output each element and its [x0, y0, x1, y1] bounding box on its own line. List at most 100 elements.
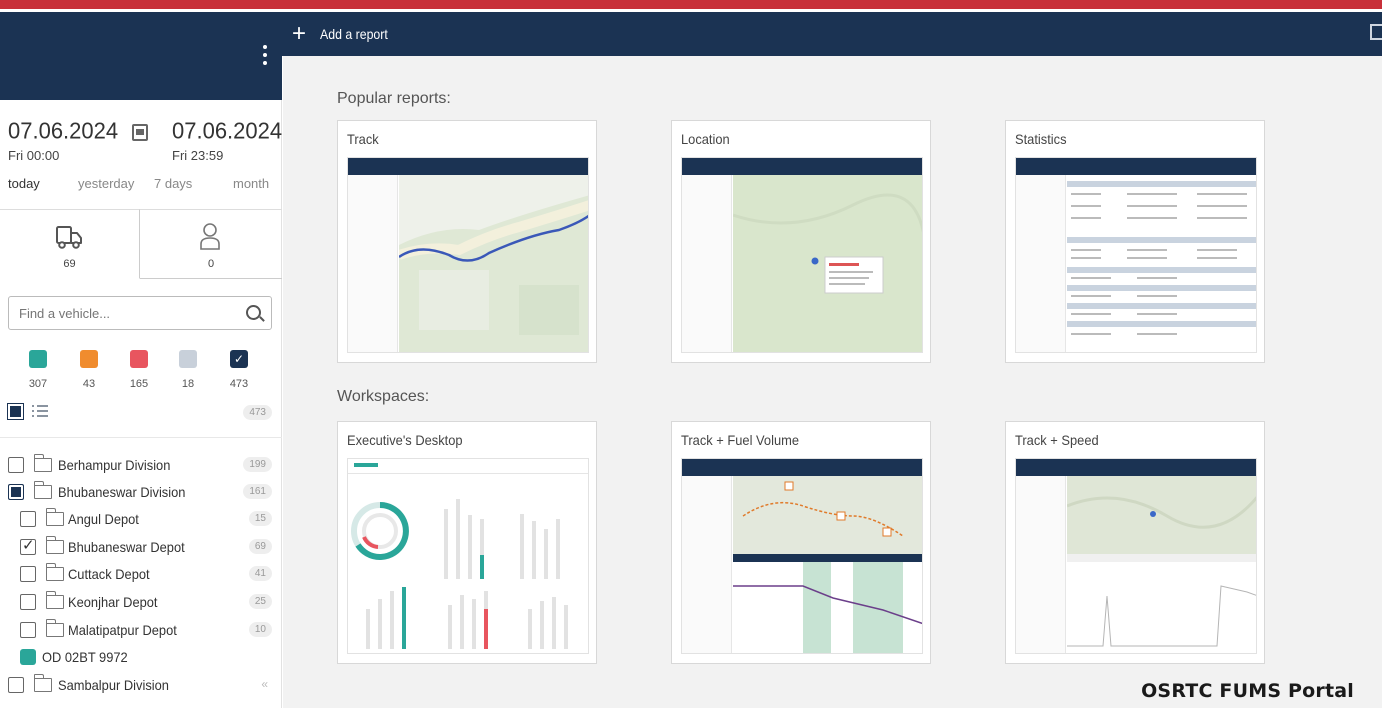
- tree-label: Malatipatpur Depot: [68, 622, 177, 638]
- card-title: Track + Fuel Volume: [681, 432, 800, 448]
- vehicles-count: 69: [63, 258, 76, 270]
- search-icon[interactable]: [246, 305, 261, 320]
- tree-count: 69: [248, 539, 272, 554]
- tree-row-berhampur[interactable]: Berhampur Division 199: [8, 454, 274, 477]
- folder-icon: [45, 508, 64, 526]
- status-filter-moving[interactable]: 307: [29, 350, 47, 390]
- tree-label: Cuttack Depot: [68, 566, 150, 582]
- tab-drivers[interactable]: 0: [140, 209, 282, 279]
- tree-row-cuttack[interactable]: Cuttack Depot 41: [8, 563, 274, 586]
- tree-count: 161: [243, 484, 272, 499]
- tree-row-sambalpur[interactable]: Sambalpur Division «: [8, 674, 274, 697]
- range-month[interactable]: month: [233, 176, 269, 191]
- status-count: 43: [82, 378, 96, 390]
- tree-row-angul[interactable]: Angul Depot 15: [8, 508, 274, 531]
- tree-label: Keonjhar Depot: [68, 594, 158, 610]
- date-to-time: Fri 23:59: [172, 148, 224, 163]
- status-color-swatch: [29, 350, 47, 368]
- report-card-statistics[interactable]: Statistics: [1005, 120, 1265, 363]
- tree-row-malatipatpur[interactable]: Malatipatpur Depot 10: [8, 619, 274, 642]
- row-checkbox[interactable]: [20, 566, 36, 582]
- tree-label: Berhampur Division: [58, 457, 171, 473]
- status-count: 307: [28, 378, 48, 390]
- folder-icon: [45, 563, 64, 581]
- sidebar-header: [0, 12, 282, 100]
- row-checkbox[interactable]: [20, 594, 36, 610]
- folder-icon: [33, 481, 52, 499]
- row-checkbox[interactable]: [20, 622, 36, 638]
- card-title: Track + Speed: [1015, 432, 1099, 448]
- date-from-time: Fri 00:00: [8, 148, 60, 163]
- desktop-preview-image: [347, 458, 589, 654]
- range-7-days[interactable]: 7 days: [154, 176, 192, 191]
- popular-reports-title: Popular reports:: [337, 90, 451, 107]
- status-color-swatch: [80, 350, 98, 368]
- statistics-preview-image: [1015, 157, 1257, 353]
- check-icon: ✓: [233, 352, 245, 366]
- status-filter-all[interactable]: ✓ 473: [230, 350, 248, 390]
- add-report-button[interactable]: + Add a report: [292, 20, 397, 48]
- status-color-swatch: [179, 350, 197, 368]
- tree-label: Bhubaneswar Division: [58, 484, 186, 500]
- list-view-icon[interactable]: [32, 405, 48, 419]
- card-title: Track: [347, 131, 379, 147]
- tree-label: Angul Depot: [68, 511, 139, 527]
- tree-row-bhubaneswar-division[interactable]: Bhubaneswar Division 161: [8, 481, 274, 504]
- panel-toggle-icon[interactable]: [1370, 24, 1382, 40]
- range-yesterday[interactable]: yesterday: [78, 176, 134, 191]
- calendar-icon[interactable]: [132, 124, 148, 141]
- card-title: Statistics: [1015, 131, 1067, 147]
- status-filter-offline[interactable]: 18: [179, 350, 197, 390]
- date-to[interactable]: 07.06.2024: [172, 117, 282, 144]
- tree-count: 41: [248, 566, 272, 581]
- track-fuel-preview-image: [681, 458, 923, 654]
- status-filter-parked[interactable]: 165: [130, 350, 148, 390]
- driver-icon: [200, 223, 220, 250]
- object-type-tabs: 69 0: [0, 209, 282, 279]
- tree-count: 15: [248, 511, 272, 526]
- workspace-card-executive-desktop[interactable]: Executive's Desktop: [337, 421, 597, 664]
- workspace-card-track-speed[interactable]: Track + Speed: [1005, 421, 1265, 664]
- row-checkbox[interactable]: [8, 457, 24, 473]
- sidebar-divider: [0, 437, 282, 438]
- range-today[interactable]: today: [8, 176, 40, 191]
- tree-row-bhubaneswar-depot[interactable]: Bhubaneswar Depot 69: [8, 536, 274, 559]
- truck-icon: [56, 226, 82, 249]
- tree-count: 25: [248, 594, 272, 609]
- row-checkbox[interactable]: [8, 677, 24, 693]
- folder-icon: [45, 536, 64, 554]
- tab-vehicles[interactable]: 69: [0, 209, 140, 279]
- status-color-swatch: [130, 350, 148, 368]
- more-menu-icon[interactable]: [258, 45, 272, 71]
- status-count: 473: [229, 378, 249, 390]
- vehicle-search: [8, 296, 272, 330]
- tree-row-keonjhar[interactable]: Keonjhar Depot 25: [8, 591, 274, 614]
- workspaces-title: Workspaces:: [337, 388, 430, 405]
- report-card-track[interactable]: Track: [337, 120, 597, 363]
- row-checkbox[interactable]: [8, 484, 24, 500]
- add-report-label: Add a report: [320, 26, 388, 42]
- track-speed-preview-image: [1015, 458, 1257, 654]
- date-from[interactable]: 07.06.2024: [8, 117, 118, 144]
- status-count: 18: [181, 378, 195, 390]
- location-preview-image: [681, 157, 923, 353]
- row-checkbox[interactable]: [20, 511, 36, 527]
- tree-label: Sambalpur Division: [58, 677, 169, 693]
- workspace-card-track-fuel[interactable]: Track + Fuel Volume: [671, 421, 931, 664]
- drivers-count: 0: [207, 258, 215, 270]
- folder-icon: [33, 454, 52, 472]
- status-count: 165: [129, 378, 149, 390]
- row-checkbox[interactable]: [20, 536, 36, 555]
- vehicle-status-swatch: [20, 649, 36, 665]
- reports-area: Popular reports: Track Location Statisti…: [283, 56, 1382, 708]
- view-toggle-bar: 473: [7, 403, 272, 423]
- grid-view-icon[interactable]: [7, 403, 24, 420]
- report-card-location[interactable]: Location: [671, 120, 931, 363]
- tree-label: Bhubaneswar Depot: [68, 539, 185, 555]
- status-filter-stopped[interactable]: 43: [80, 350, 98, 390]
- search-input[interactable]: [9, 297, 229, 329]
- folder-icon: [45, 591, 64, 609]
- plus-icon: +: [292, 20, 307, 47]
- tree-row-vehicle[interactable]: OD 02BT 9972: [8, 647, 274, 669]
- collapse-sidebar-icon[interactable]: «: [261, 677, 268, 691]
